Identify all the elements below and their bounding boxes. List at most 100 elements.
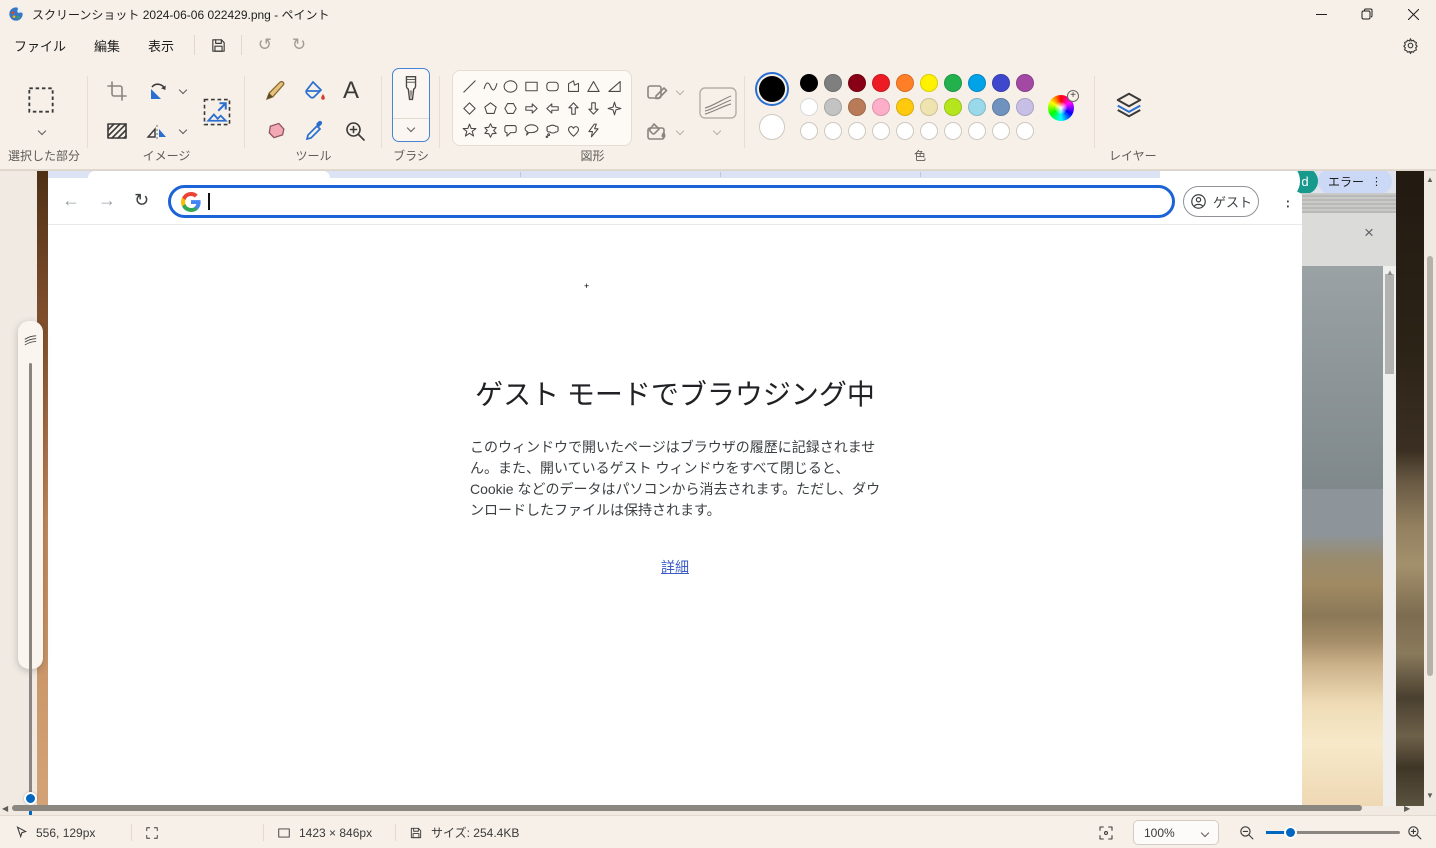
scroll-left-arrow-icon[interactable]: ◀ [2, 804, 8, 813]
remove-background-button[interactable] [105, 119, 129, 148]
zoom-slider-thumb[interactable] [1284, 826, 1297, 839]
crop-button[interactable] [105, 79, 129, 108]
color-swatch[interactable] [968, 74, 986, 92]
color-swatch-empty[interactable] [800, 122, 818, 140]
shape-outline-chevron-icon[interactable] [676, 87, 684, 95]
color-swatch[interactable] [920, 98, 938, 116]
magnifier-tool[interactable] [343, 119, 367, 148]
stroke-size-chevron-icon[interactable] [713, 127, 721, 135]
shape-triangle-icon[interactable] [584, 76, 604, 97]
color-swatch-empty[interactable] [896, 122, 914, 140]
fit-to-screen-button[interactable] [1098, 816, 1114, 848]
shape-diamond-icon[interactable] [459, 98, 479, 119]
menu-edit[interactable]: 編集 [80, 30, 134, 61]
settings-gear-icon[interactable] [1398, 33, 1422, 57]
shape-five-point-star-icon[interactable] [459, 120, 479, 141]
color-swatch[interactable] [824, 98, 842, 116]
shape-lightning-icon[interactable] [584, 120, 604, 141]
brush-size-track[interactable] [29, 363, 32, 795]
close-button[interactable] [1390, 0, 1436, 28]
zoom-out-button[interactable] [1238, 816, 1255, 848]
color-swatch[interactable] [848, 74, 866, 92]
color-swatch[interactable] [968, 98, 986, 116]
horizontal-scrollbar-thumb[interactable] [12, 805, 1362, 811]
color-swatch[interactable] [944, 74, 962, 92]
color-swatch[interactable] [920, 74, 938, 92]
color-swatch[interactable] [896, 74, 914, 92]
shape-arrow-left-icon[interactable] [542, 98, 562, 119]
color2-swatch[interactable] [759, 114, 785, 140]
color-swatch-empty[interactable] [992, 122, 1010, 140]
fill-tool[interactable] [303, 79, 327, 108]
shape-fill-chevron-icon[interactable] [676, 127, 684, 135]
shape-line-icon[interactable] [459, 76, 479, 97]
text-tool[interactable]: A [343, 78, 359, 104]
color-swatch-empty[interactable] [848, 122, 866, 140]
shape-cloud-callout-icon[interactable] [542, 120, 562, 141]
menu-file[interactable]: ファイル [0, 30, 80, 61]
color-swatch[interactable] [800, 74, 818, 92]
shape-arrow-right-icon[interactable] [522, 98, 542, 119]
shape-six-point-star-icon[interactable] [480, 120, 500, 141]
resize-image-button[interactable] [202, 97, 232, 132]
stroke-size-button[interactable] [698, 86, 738, 125]
shape-arrow-down-icon[interactable] [584, 98, 604, 119]
pencil-tool[interactable] [263, 79, 287, 108]
color-swatch[interactable] [992, 98, 1010, 116]
shape-heart-icon[interactable] [563, 120, 583, 141]
brush-tool-button[interactable] [392, 68, 430, 142]
shape-outline-button[interactable] [645, 80, 669, 109]
shape-right-triangle-icon[interactable] [605, 76, 625, 97]
rotate-button[interactable] [146, 79, 170, 108]
zoom-level-dropdown[interactable]: 100% [1133, 820, 1219, 845]
color-swatch-empty[interactable] [920, 122, 938, 140]
color-swatch-empty[interactable] [944, 122, 962, 140]
scroll-up-arrow-icon[interactable]: ▲ [1426, 175, 1434, 184]
rotate-dropdown-chevron-icon[interactable] [179, 86, 187, 94]
undo-button[interactable]: ↺ [248, 32, 282, 58]
shape-pentagon-icon[interactable] [480, 98, 500, 119]
color-swatch[interactable] [872, 74, 890, 92]
color-swatch[interactable] [992, 74, 1010, 92]
shape-arrow-up-icon[interactable] [563, 98, 583, 119]
color-swatch[interactable] [824, 74, 842, 92]
canvas-viewport[interactable]: ← → ↻ ゲスト ⋮ [0, 170, 1436, 815]
add-color-plus-icon[interactable]: + [1067, 90, 1079, 102]
flip-dropdown-chevron-icon[interactable] [179, 126, 187, 134]
shape-ellipse-icon[interactable] [501, 76, 521, 97]
selection-dropdown-chevron-icon[interactable] [38, 127, 46, 135]
shape-four-point-star-icon[interactable] [605, 98, 625, 119]
shape-hexagon-icon[interactable] [501, 98, 521, 119]
shape-rectangle-icon[interactable] [522, 76, 542, 97]
zoom-slider[interactable] [1266, 831, 1400, 834]
layers-button[interactable] [1114, 90, 1144, 125]
shape-polygon-icon[interactable] [563, 76, 583, 97]
color-swatch[interactable] [848, 98, 866, 116]
color1-swatch[interactable] [759, 76, 785, 102]
color-swatch[interactable] [872, 98, 890, 116]
shape-rounded-rectangle-icon[interactable] [542, 76, 562, 97]
shape-curve-icon[interactable] [480, 76, 500, 97]
selection-tool-button[interactable] [27, 86, 55, 119]
shape-rounded-callout-icon[interactable] [501, 120, 521, 141]
color-swatch-empty[interactable] [872, 122, 890, 140]
menu-view[interactable]: 表示 [134, 30, 188, 61]
minimize-button[interactable] [1298, 0, 1344, 28]
scroll-down-arrow-icon[interactable]: ▼ [1426, 791, 1434, 800]
vertical-scrollbar[interactable]: ▲ ▼ [1424, 171, 1436, 806]
horizontal-scrollbar[interactable]: ◀ ▶ [0, 802, 1424, 815]
redo-button[interactable]: ↻ [282, 32, 316, 58]
zoom-in-button[interactable] [1406, 816, 1423, 848]
save-button[interactable] [201, 32, 235, 58]
eraser-tool[interactable] [263, 119, 287, 148]
color-swatch[interactable] [896, 98, 914, 116]
vertical-scrollbar-thumb[interactable] [1427, 256, 1433, 676]
color-swatch[interactable] [800, 98, 818, 116]
color-swatch-empty[interactable] [1016, 122, 1034, 140]
brush-dropdown-chevron-icon[interactable] [407, 124, 415, 132]
shape-fill-button[interactable] [645, 120, 669, 149]
color-swatch[interactable] [944, 98, 962, 116]
color-swatch[interactable] [1016, 74, 1034, 92]
restore-button[interactable] [1344, 0, 1390, 28]
color-picker-tool[interactable] [303, 119, 327, 148]
